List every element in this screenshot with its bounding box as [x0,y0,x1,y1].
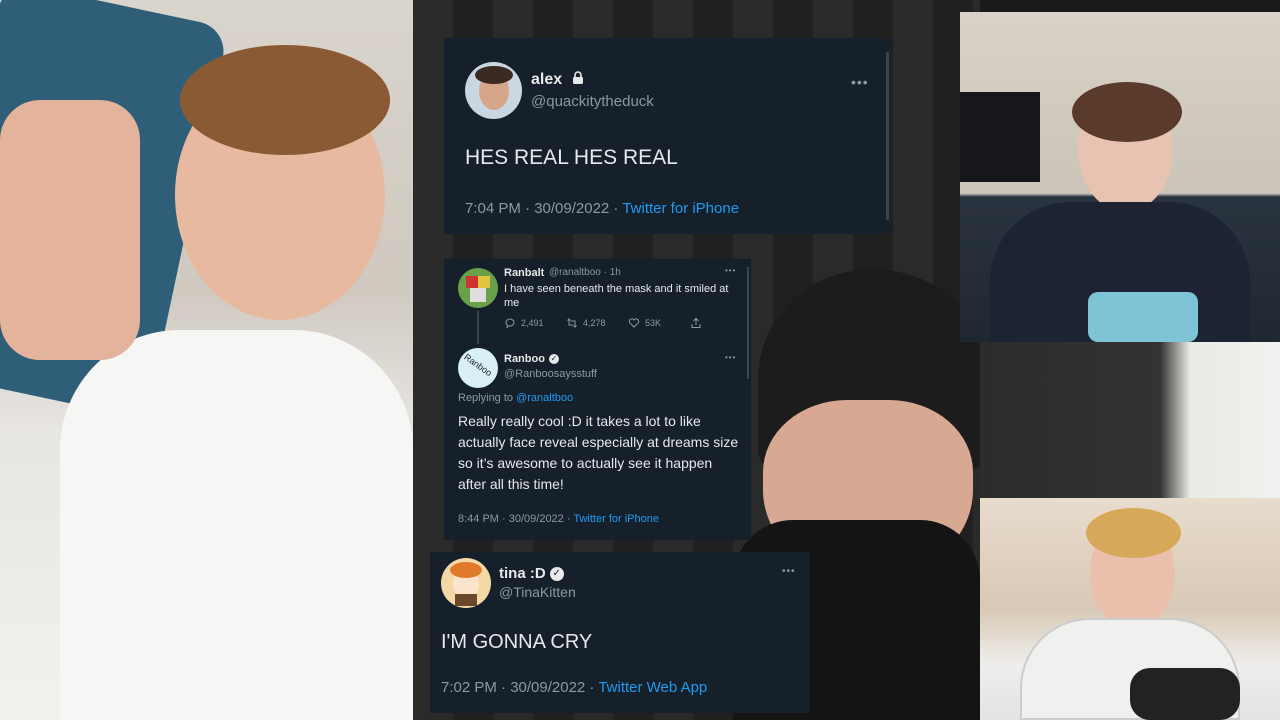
tweet-timestamp: 7:02 PM · 30/09/2022 · [441,679,599,696]
left-photo-panel [0,0,413,720]
phone-shape-3 [1088,292,1198,342]
tweet-timestamp: 7:04 PM · 30/09/2022 · [465,200,623,217]
reply-action[interactable]: 2,491 [504,317,566,329]
more-dots-icon[interactable]: ••• [725,353,736,362]
tweet-text: HES REAL HES REAL [465,146,678,169]
tweet-source-link[interactable]: Twitter Web App [598,679,707,696]
share-icon [691,317,701,328]
shirt-shape [60,330,413,720]
scrollbar[interactable] [886,52,889,220]
verified-badge-icon: ✓ [548,354,559,365]
tweet-author-handle[interactable]: @Ranboosaysstuff [504,368,597,380]
avatar-alex[interactable] [465,62,522,119]
microphone-shape [1130,668,1240,720]
parent-tweet-actions: 2,491 4,278 53K [504,317,710,329]
share-action[interactable] [690,317,710,329]
author-name-text: tina :D [499,565,546,582]
verified-badge-icon: ✓ [549,567,564,582]
avatar-ranboo[interactable]: Ranboo [458,348,498,388]
bottom-right-webcam [980,498,1280,720]
more-dots-icon[interactable]: ••• [725,266,736,275]
replying-to: Replying to @ranaltboo [458,392,573,404]
retweet-action[interactable]: 4,278 [566,317,628,329]
hair-shape-3 [1072,82,1182,142]
author-name-text: Ranboo [504,353,545,365]
tweet-author-name[interactable]: tina :D ✓ [499,565,564,582]
parent-author-name[interactable]: Ranbalt [504,267,544,279]
scrollbar[interactable] [747,267,749,379]
retweet-icon [567,318,577,328]
tweet-source-link[interactable]: Twitter for iPhone [573,513,659,525]
tweet-author-name[interactable]: alex [531,71,584,89]
hair-shape-4 [1086,508,1181,558]
middle-right-video [980,342,1280,498]
heart-icon [628,318,640,328]
replying-prefix: Replying to [458,392,517,404]
like-action[interactable]: 53K [628,317,690,329]
hand-shape [0,100,140,360]
tweet-meta: 8:44 PM · 30/09/2022 · Twitter for iPhon… [458,513,659,525]
lock-icon [572,71,584,89]
thread-line [477,311,479,344]
avatar-ranboo-text: Ranboo [462,351,494,379]
tweet-author-handle[interactable]: @TinaKitten [499,584,576,600]
replying-to-link[interactable]: @ranaltboo [516,392,573,404]
reply-icon [505,318,515,329]
tweet-meta: 7:02 PM · 30/09/2022 · Twitter Web App [441,679,707,696]
like-count: 53K [645,318,662,328]
tweet-card-alex[interactable]: alex @quackitytheduck ••• HES REAL HES R… [444,38,889,234]
hair-shape [180,45,390,155]
retweet-count: 4,278 [583,318,606,328]
tweet-text: I'M GONNA CRY [441,631,593,653]
tweet-timestamp: 8:44 PM · 30/09/2022 · [458,513,574,525]
author-name-text: alex [531,71,563,89]
avatar-tina[interactable] [441,558,491,608]
top-right-webcam [960,12,1280,342]
more-dots-icon[interactable]: ••• [851,74,869,90]
tweet-author-handle[interactable]: @quackitytheduck [531,93,654,110]
tweet-card-tina[interactable]: tina :D ✓ @TinaKitten ••• I'M GONNA CRY 7… [430,552,810,713]
parent-tweet-text: I have seen beneath the mask and it smil… [504,283,729,309]
avatar-ranbalt[interactable] [458,268,498,308]
parent-author-handle[interactable]: @ranaltboo · 1h [549,267,621,278]
tweet-meta: 7:04 PM · 30/09/2022 · Twitter for iPhon… [465,200,739,217]
reply-count: 2,491 [521,318,544,328]
acoustic-panel [960,92,1040,182]
tweet-text: Really really cool :D it takes a lot to … [458,413,739,492]
more-dots-icon[interactable]: ••• [782,566,796,577]
tweet-source-link[interactable]: Twitter for iPhone [622,200,739,217]
tweet-author-name[interactable]: Ranboo ✓ [504,353,559,365]
tweet-card-ranboo[interactable]: Ranbalt @ranaltboo · 1h ••• I have seen … [444,259,751,540]
